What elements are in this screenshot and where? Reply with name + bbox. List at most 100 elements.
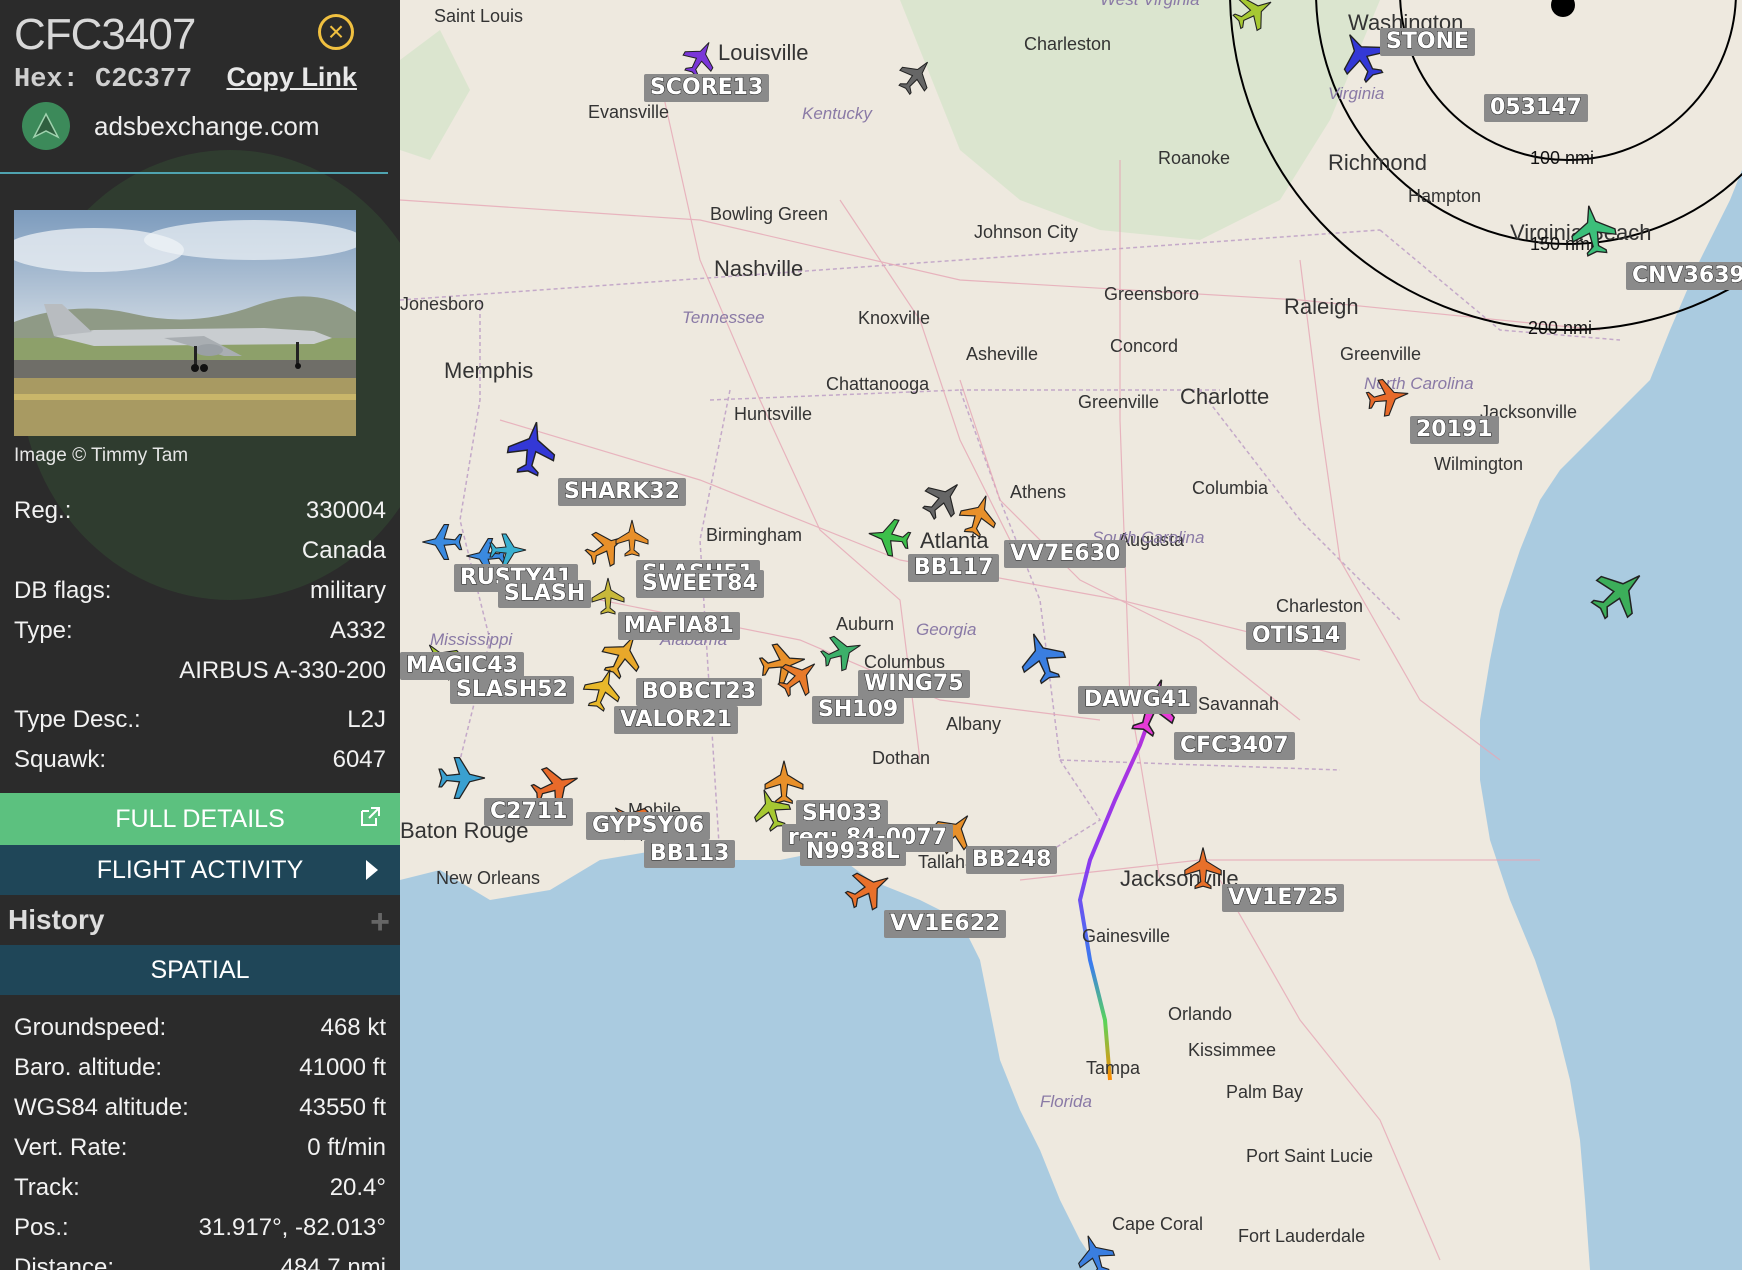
source-row: adsbexchange.com xyxy=(22,102,319,150)
place-label: Greensboro xyxy=(1104,284,1200,304)
divider xyxy=(0,172,388,174)
spatial-section-header[interactable]: SPATIAL xyxy=(0,945,400,995)
place-label: Huntsville xyxy=(734,404,813,424)
aircraft-photo[interactable] xyxy=(14,210,356,436)
aircraft-icon[interactable] xyxy=(1070,1230,1120,1270)
place-label: Hampton xyxy=(1408,186,1482,206)
place-label: Nashville xyxy=(714,256,804,281)
aircraft-label[interactable]: VV1E622 xyxy=(884,910,1007,938)
aircraft-icon[interactable] xyxy=(1358,372,1418,422)
aircraft-icon[interactable] xyxy=(1558,200,1628,260)
place-label: Orlando xyxy=(1168,1004,1233,1024)
history-section-toggle[interactable]: History + xyxy=(0,895,400,945)
place-label: Chattanooga xyxy=(826,374,930,394)
baro-altitude-label: Baro. altitude: xyxy=(14,1054,163,1081)
wgs84-altitude-row: WGS84 altitude: 43550 ft xyxy=(14,1094,386,1122)
aircraft-label[interactable]: OTIS14 xyxy=(1246,622,1347,650)
place-label: Birmingham xyxy=(706,525,803,545)
aircraft-label[interactable]: SHARK32 xyxy=(558,478,686,506)
aircraft-label[interactable]: CNV3639 xyxy=(1626,262,1742,290)
plus-icon[interactable]: + xyxy=(370,903,390,942)
aircraft-label[interactable]: SLASH xyxy=(498,580,592,608)
aircraft-label[interactable]: MAFIA81 xyxy=(618,612,740,640)
aircraft-label[interactable]: 20191 xyxy=(1410,416,1499,444)
aircraft-label[interactable]: CFC3407 xyxy=(1174,732,1295,760)
place-label: Wilmington xyxy=(1434,454,1524,474)
aircraft-icon[interactable] xyxy=(610,516,654,560)
selected-callsign: CFC3407 xyxy=(14,10,196,59)
vert-rate-value: 0 ft/min xyxy=(307,1134,386,1161)
country-value: Canada xyxy=(301,537,386,564)
squawk-value: 6047 xyxy=(332,746,386,773)
typedesc-label: Type Desc.: xyxy=(14,706,141,733)
groundspeed-row: Groundspeed: 468 kt xyxy=(14,1014,386,1042)
spatial-label: SPATIAL xyxy=(150,955,250,984)
aircraft-label[interactable]: BB117 xyxy=(908,554,1000,582)
place-label: Tampa xyxy=(1086,1058,1141,1078)
source-link[interactable]: adsbexchange.com xyxy=(94,111,319,142)
place-label: Concord xyxy=(1110,336,1179,356)
aircraft-icon[interactable] xyxy=(894,54,938,98)
state-label: Kentucky xyxy=(802,104,872,123)
full-details-button[interactable]: FULL DETAILS xyxy=(0,793,400,845)
place-label: Bowling Green xyxy=(710,204,829,224)
place-label: Louisville xyxy=(718,40,809,65)
distance-row: Distance: 484.7 nmi xyxy=(14,1254,386,1270)
groundspeed-label: Groundspeed: xyxy=(14,1014,167,1041)
image-credit: Image © Timmy Tam xyxy=(14,445,189,466)
map-view[interactable]: Saint Louis Louisville Evansville Charle… xyxy=(400,0,1742,1270)
wgs84-altitude-label: WGS84 altitude: xyxy=(14,1094,189,1121)
place-label: Kissimmee xyxy=(1188,1040,1277,1060)
caret-right-icon xyxy=(366,860,378,880)
state-label: Virginia xyxy=(1328,84,1385,103)
reg-label: Reg.: xyxy=(14,497,72,524)
baro-altitude-value: 41000 ft xyxy=(299,1054,386,1081)
aircraft-label[interactable]: WING75 xyxy=(858,670,970,698)
aircraft-label[interactable]: DAWG41 xyxy=(1078,686,1198,714)
place-label: Gainesville xyxy=(1082,926,1171,946)
aircraft-label[interactable]: BOBCT23 xyxy=(636,678,763,706)
aircraft-icon[interactable] xyxy=(1584,560,1654,626)
place-label: Memphis xyxy=(444,358,534,383)
aircraft-label[interactable]: VV7E630 xyxy=(1004,540,1127,568)
vert-rate-row: Vert. Rate: 0 ft/min xyxy=(14,1134,386,1162)
aircraft-icon[interactable] xyxy=(774,652,824,702)
aircraft-icon[interactable] xyxy=(418,518,466,566)
place-label: Evansville xyxy=(588,102,670,122)
place-label: Savannah xyxy=(1198,694,1280,714)
aircraft-label[interactable]: BB248 xyxy=(966,846,1058,874)
aircraft-icon[interactable] xyxy=(434,750,490,806)
aircraft-icon[interactable] xyxy=(954,490,1004,540)
info-panel: CFC3407 × Hex: C2C377 Copy Link adsbexch… xyxy=(0,0,400,1270)
place-label: Fort Lauderdale xyxy=(1238,1226,1366,1246)
aircraft-label[interactable]: N9938L xyxy=(800,838,906,866)
aircraft-icon[interactable] xyxy=(500,410,564,486)
aircraft-label[interactable]: SWEET84 xyxy=(636,570,764,598)
place-label: Charleston xyxy=(1024,34,1112,54)
aircraft-label[interactable]: VV1E725 xyxy=(1222,884,1345,912)
place-label: Greenville xyxy=(1078,392,1160,412)
close-icon[interactable]: × xyxy=(318,14,354,50)
aircraft-icon[interactable] xyxy=(1178,840,1228,896)
aircraft-label[interactable]: SLASH52 xyxy=(450,676,574,704)
copy-link[interactable]: Copy Link xyxy=(226,62,357,92)
place-label: Cape Coral xyxy=(1112,1214,1204,1234)
aircraft-label[interactable]: C2711 xyxy=(484,798,574,826)
aircraft-icon[interactable] xyxy=(1012,622,1072,692)
place-label: Richmond xyxy=(1328,150,1428,175)
dbflags-row: DB flags: military xyxy=(14,577,386,605)
aircraft-label[interactable]: SCORE13 xyxy=(644,74,770,102)
aircraft-label[interactable]: BB113 xyxy=(644,840,736,868)
aircraft-icon[interactable] xyxy=(864,512,914,562)
aircraft-icon[interactable] xyxy=(818,628,866,676)
aircraft-label[interactable]: STONE xyxy=(1380,28,1475,56)
aircraft-label[interactable]: VALOR21 xyxy=(614,706,739,734)
aircraft-label[interactable]: GYPSY06 xyxy=(586,812,711,840)
flight-activity-button[interactable]: FLIGHT ACTIVITY xyxy=(0,845,400,895)
aircraft-label[interactable]: SH109 xyxy=(812,696,905,724)
aircraft-icon[interactable] xyxy=(1230,0,1278,36)
external-link-icon xyxy=(361,807,380,826)
aircraft-label[interactable]: 053147 xyxy=(1484,94,1588,122)
hex-label: Hex: xyxy=(14,65,79,95)
aircraft-icon[interactable] xyxy=(842,862,896,916)
